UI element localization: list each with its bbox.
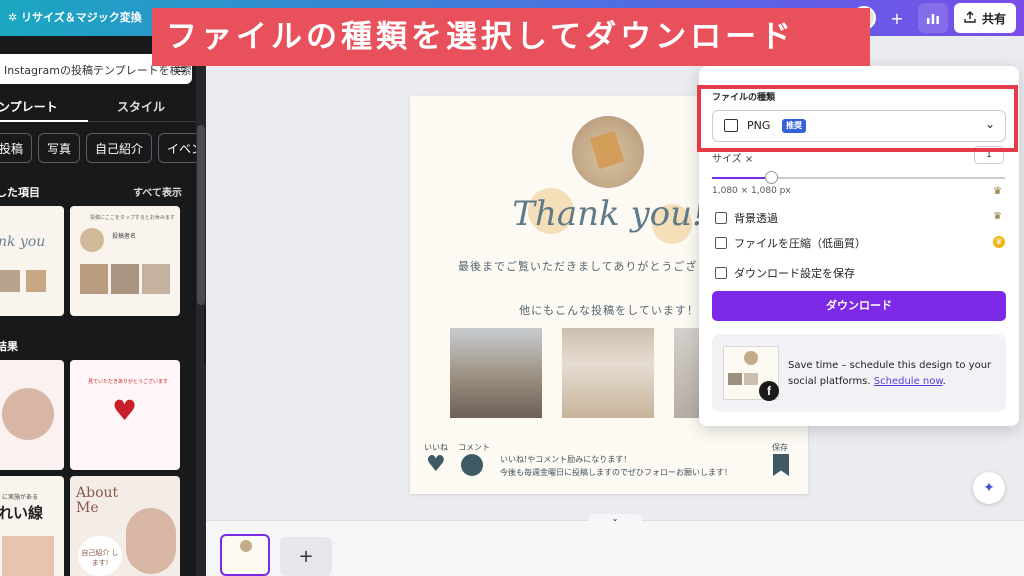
- notebook-image: [589, 130, 625, 170]
- option-label: 背景透過: [734, 212, 778, 225]
- option-label: ファイルを圧縮（低画質）: [734, 237, 866, 250]
- tab-templates[interactable]: ンプレート: [0, 98, 58, 115]
- recent-section-title: した項目: [0, 186, 40, 199]
- thumb-photo: [80, 264, 108, 294]
- template-thumbnail[interactable]: nk you: [0, 206, 64, 316]
- upload-icon: [964, 10, 976, 26]
- size-label: サイズ ×: [712, 154, 754, 165]
- facebook-icon: f: [759, 381, 779, 401]
- template-thumbnail[interactable]: に実施がある れい線: [0, 476, 64, 576]
- chip-post[interactable]: 投稿: [0, 133, 33, 163]
- tab-style[interactable]: スタイル: [117, 98, 165, 115]
- profile-photo: [572, 116, 644, 188]
- thumb-avatar: [240, 540, 252, 552]
- size-slider-fill: [712, 177, 771, 179]
- thumb-avatar: [2, 388, 54, 440]
- thumb-photo: [111, 264, 139, 294]
- size-slider-handle[interactable]: [764, 171, 778, 184]
- heart-icon: ♥: [426, 452, 446, 477]
- template-thumbnail[interactable]: 投稿にここをタップするとお休みます 投稿者名: [70, 206, 180, 316]
- coin-icon: ♛: [993, 236, 1005, 248]
- comment-bubble-icon: [461, 454, 483, 476]
- share-button[interactable]: 共有: [953, 3, 1016, 33]
- promo-text: Save time – schedule this design to your…: [788, 358, 998, 390]
- thumb-photo: [2, 536, 54, 576]
- thumb-photo: [744, 373, 758, 385]
- design-message-1: いいね!やコメント励みになります！: [500, 455, 632, 464]
- top-right-actions: + 共有: [851, 3, 1016, 33]
- instruction-banner: ファイルの種類を選択してダウンロード: [152, 8, 870, 66]
- chip-event-label: イベン: [167, 141, 196, 156]
- bar-chart-icon[interactable]: [917, 3, 948, 33]
- see-all-link[interactable]: すべて表示: [133, 184, 182, 199]
- thumb-avatar: [744, 351, 758, 365]
- thumb-title: 投稿にここをタップするとお休みます: [90, 215, 175, 221]
- chip-photo[interactable]: 写真: [38, 133, 81, 163]
- post-photo: [562, 328, 654, 418]
- thumb-sub: に実施がある: [2, 494, 39, 501]
- page-thumbnail[interactable]: [220, 534, 270, 576]
- template-thumbnail[interactable]: [0, 360, 64, 470]
- design-message-2: 今後も毎週金曜日に投稿しますのでぜひフォローお願いします！: [500, 468, 732, 477]
- template-thumbnail[interactable]: About Me 自己紹介 します!: [70, 476, 180, 576]
- plus-icon[interactable]: +: [882, 3, 912, 33]
- thumb-avatar: [126, 508, 176, 574]
- active-tab-indicator: [0, 120, 88, 122]
- share-label: 共有: [981, 11, 1006, 26]
- crown-icon: ♛: [993, 211, 1002, 222]
- thumb-photo: [0, 270, 20, 292]
- thumb-photo: [26, 270, 46, 292]
- left-panel-scrollbar[interactable]: [196, 36, 206, 576]
- post-photo: [450, 328, 542, 418]
- dimensions-text: 1,080 × 1,080 px: [712, 186, 791, 196]
- thumb-photo: [142, 264, 170, 294]
- option-label: ダウンロード設定を保存: [734, 267, 855, 280]
- promo-period: .: [942, 376, 946, 387]
- magic-sparkle-icon[interactable]: ✦: [973, 472, 1005, 504]
- option-transparent-bg[interactable]: 背景透過: [715, 210, 778, 226]
- schedule-now-link[interactable]: Schedule now: [874, 376, 943, 387]
- schedule-promo: f Save time – schedule this design to yo…: [712, 334, 1006, 412]
- option-compress-file[interactable]: ファイルを圧縮（低画質）: [715, 235, 866, 251]
- download-button[interactable]: ダウンロード: [712, 291, 1006, 321]
- category-chips: 投稿 写真 自己紹介 イベン›: [0, 133, 196, 163]
- bookmark-icon: [773, 454, 789, 476]
- checkbox[interactable]: [715, 212, 727, 224]
- results-section-title: 結果: [0, 340, 18, 353]
- checkbox[interactable]: [715, 237, 727, 249]
- thumb-about-title: About Me: [76, 485, 119, 516]
- crown-icon: ♛: [993, 186, 1002, 197]
- chip-event[interactable]: イベン›: [158, 133, 196, 163]
- thumb-heading: れい線: [0, 504, 44, 522]
- thumb-name: 投稿者名: [112, 233, 137, 240]
- thumb-avatar: [80, 228, 104, 252]
- thumb-thanks-text: nk you: [0, 234, 46, 250]
- thumb-title: 見ていただきありがとうございます: [88, 379, 169, 385]
- scrollbar-thumb[interactable]: [197, 125, 205, 305]
- template-thumbnail[interactable]: 見ていただきありがとうございます ♥: [70, 360, 180, 470]
- resize-magic-button[interactable]: ✲ リサイズ＆マジック変換: [8, 9, 142, 25]
- heart-icon: ♥: [112, 394, 138, 427]
- add-page-button[interactable]: +: [280, 537, 332, 576]
- left-panel: Instagramの投稿テンプレートを検索 ⚌ ンプレート スタイル 投稿 写真…: [0, 36, 196, 576]
- chip-self-intro[interactable]: 自己紹介: [86, 133, 153, 163]
- thumb-photo: [728, 373, 742, 385]
- save-label: 保存: [772, 443, 788, 452]
- option-save-settings[interactable]: ダウンロード設定を保存: [715, 265, 855, 281]
- file-type-highlight: [697, 85, 1018, 152]
- comment-label: コメント: [458, 443, 490, 452]
- chevron-down-icon[interactable]: ⌄: [588, 514, 642, 526]
- checkbox[interactable]: [715, 267, 727, 279]
- thumb-badge: 自己紹介 します!: [78, 536, 122, 576]
